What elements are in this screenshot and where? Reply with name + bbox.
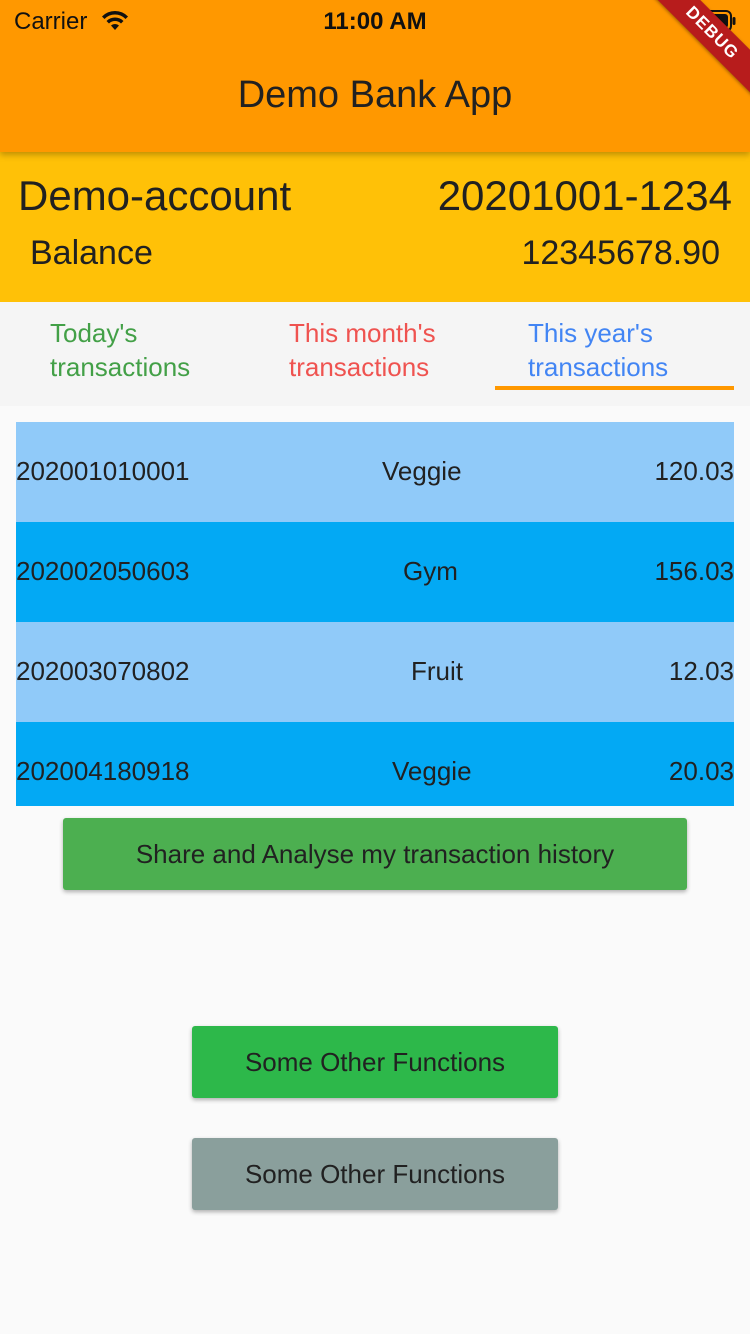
transaction-category: Veggie [382, 456, 462, 486]
tab-selected-indicator [495, 386, 734, 390]
tab-label-line2: transactions [528, 352, 669, 382]
account-name: Demo-account [18, 172, 292, 219]
transaction-amount: 120.03 [654, 456, 734, 486]
screen: Carrier 11:00 AM Demo Bank App DEBUG Dem… [0, 0, 750, 1334]
account-number: 20201001-1234 [437, 172, 732, 219]
tab-label-line1: This month's [289, 318, 436, 348]
app-title: Demo Bank App [237, 74, 513, 116]
other-functions-button-1[interactable]: Some Other Functions [192, 1026, 558, 1098]
transaction-row[interactable]: 202003070802 Fruit 12.03 [16, 622, 734, 722]
transaction-id: 202001010001 [16, 456, 190, 486]
transaction-id: 202004180918 [16, 756, 190, 786]
transaction-category: Veggie [392, 756, 472, 786]
tab-month-transactions[interactable]: This month's transactions [289, 316, 489, 384]
other-functions-button-2[interactable]: Some Other Functions [192, 1138, 558, 1210]
tab-today-transactions[interactable]: Today's transactions [50, 316, 250, 384]
transaction-amount: 20.03 [668, 756, 734, 786]
transaction-id: 202002050603 [16, 556, 190, 586]
transaction-row[interactable]: 202001010001 Veggie 120.03 [16, 422, 734, 522]
share-analyse-button[interactable]: Share and Analyse my transaction history [63, 818, 687, 890]
tab-label-line1: This year's [528, 318, 653, 348]
transaction-tabs: Today's transactions This month's transa… [0, 302, 750, 406]
balance-value: 12345678.90 [521, 234, 720, 272]
tab-label-line2: transactions [289, 352, 430, 382]
transaction-category: Fruit [411, 656, 463, 686]
transaction-list[interactable]: 202001010001 Veggie 120.03 202002050603 … [16, 422, 734, 806]
tab-label-line2: transactions [50, 352, 191, 382]
transaction-amount: 12.03 [668, 656, 734, 686]
transaction-category: Gym [403, 556, 458, 586]
transaction-amount: 156.03 [654, 556, 734, 586]
transaction-row[interactable]: 202002050603 Gym 156.03 [16, 522, 734, 622]
transaction-id: 202003070802 [16, 656, 190, 686]
transaction-row[interactable]: 202004180918 Veggie 20.03 [16, 722, 734, 806]
app-bar: Carrier 11:00 AM Demo Bank App [0, 0, 750, 152]
tab-year-transactions[interactable]: This year's transactions [528, 316, 728, 384]
status-time: 11:00 AM [323, 8, 427, 35]
balance-label: Balance [30, 234, 153, 272]
tab-label-line1: Today's [50, 318, 138, 348]
account-card: Demo-account 20201001-1234 Balance 12345… [0, 152, 750, 302]
